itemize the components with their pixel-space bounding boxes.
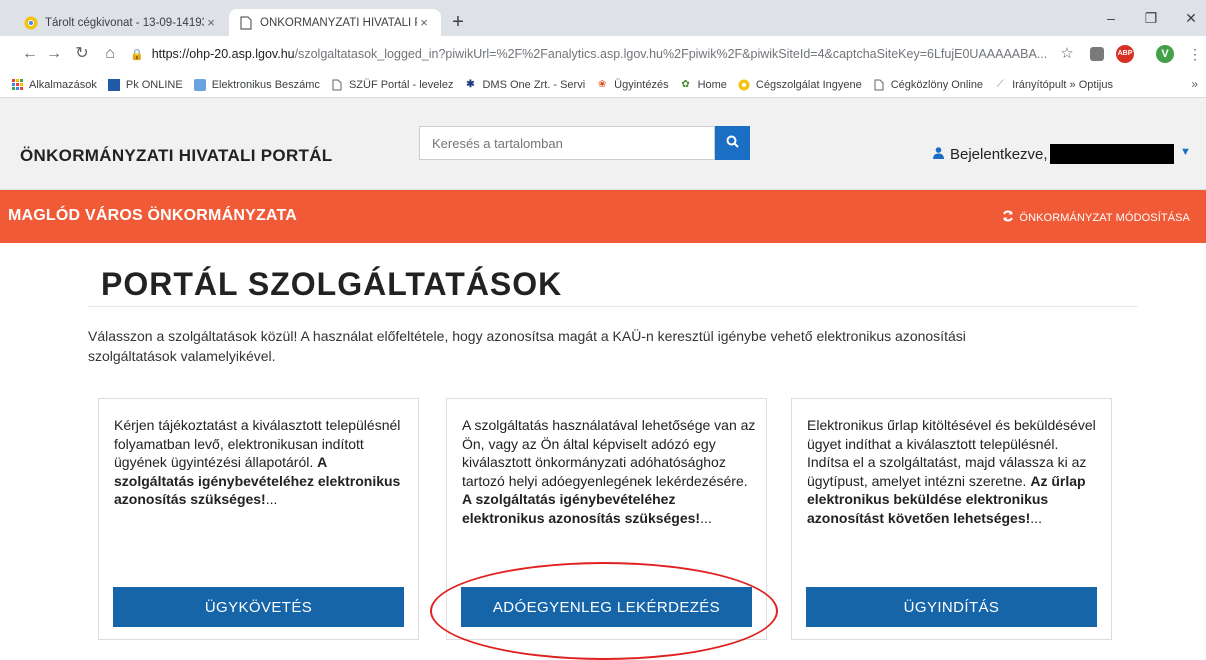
bookmark-label: Pk ONLINE bbox=[125, 78, 183, 91]
url-host: https://ohp-20.asp.lgov.hu bbox=[151, 47, 295, 61]
ugyinditas-button[interactable]: ÜGYINDÍTÁS bbox=[806, 587, 1097, 627]
service-card-ugyinditas: Elektronikus űrlap kitöltésével és bekül… bbox=[791, 398, 1112, 640]
tab-title: ÖNKORMÁNYZATI HIVATALI POR bbox=[260, 16, 417, 29]
adblock-icon[interactable]: ABP bbox=[1116, 45, 1134, 63]
ugykovetes-button[interactable]: ÜGYKÖVETÉS bbox=[113, 587, 404, 627]
modify-municipality-link[interactable]: ÖNKORMÁNYZAT MÓDOSÍTÁSA bbox=[1002, 210, 1190, 225]
red-annotation-ellipse bbox=[430, 562, 778, 660]
bookmark-item[interactable]: Alkalmazások bbox=[10, 78, 97, 92]
apps-grid-icon bbox=[10, 78, 24, 92]
lock-icon: 🔒 bbox=[130, 48, 144, 61]
bookmark-label: SZÜF Portál - levelez bbox=[348, 78, 454, 91]
star-icon[interactable]: ☆ bbox=[1058, 45, 1076, 63]
url-path: /szolgaltatasok_logged_in?piwikUrl=%2F%2… bbox=[294, 47, 1048, 61]
bookmark-item[interactable]: Pk ONLINE bbox=[107, 78, 183, 92]
bookmark-label: Cégközlöny Online bbox=[890, 78, 984, 91]
municipality-name: MAGLÓD VÁROS ÖNKORMÁNYZATA bbox=[8, 207, 298, 224]
e-icon bbox=[193, 78, 207, 92]
menu-icon[interactable]: ⋮ bbox=[1186, 45, 1204, 63]
browser-tab[interactable]: Tárolt cégkivonat - 13-09-141933 × bbox=[14, 9, 228, 36]
bookmark-label: DMS One Zrt. - Servi bbox=[482, 78, 586, 91]
address-bar[interactable]: 🔒 https://ohp-20.asp.lgov.hu/szolgaltata… bbox=[130, 42, 1050, 66]
redacted-username bbox=[1049, 144, 1174, 164]
modify-label: ÖNKORMÁNYZAT MÓDOSÍTÁSA bbox=[1019, 211, 1190, 224]
close-tab-icon[interactable]: × bbox=[204, 15, 218, 30]
search-input[interactable] bbox=[419, 126, 715, 160]
bookmark-item[interactable]: Cégközlöny Online bbox=[872, 78, 983, 92]
bookmark-label: Elektronikus Beszámc bbox=[211, 78, 320, 91]
dms-icon: ✱ bbox=[466, 79, 475, 90]
title-divider bbox=[88, 306, 1138, 307]
back-icon[interactable]: ← bbox=[20, 44, 40, 64]
site-header: ÖNKORMÁNYZATI HIVATALI PORTÁL Bejelentke… bbox=[0, 98, 1206, 190]
page-icon bbox=[239, 15, 253, 30]
card-description: Elektronikus űrlap kitöltésével és bekül… bbox=[807, 417, 1096, 526]
card-description: Kérjen tájékoztatást a kiválasztott tele… bbox=[114, 417, 401, 507]
chevron-down-icon[interactable]: ▼ bbox=[1180, 146, 1191, 158]
profile-avatar-icon[interactable]: V bbox=[1156, 45, 1174, 63]
restore-icon[interactable]: ❐ bbox=[1136, 10, 1166, 27]
bookmark-item[interactable]: ⟋ Irányítópult » Optijus bbox=[993, 78, 1113, 92]
bookmark-item[interactable]: ❀ Ügyintézés bbox=[595, 78, 669, 92]
municipality-bar: MAGLÓD VÁROS ÖNKORMÁNYZATA ÖNKORMÁNYZAT … bbox=[0, 190, 1206, 243]
browser-tab-bar: Tárolt cégkivonat - 13-09-141933 × ÖNKOR… bbox=[0, 0, 1206, 36]
service-card-ugykovetes: Kérjen tájékoztatást a kiválasztott tele… bbox=[98, 398, 419, 640]
google-chrome-icon bbox=[737, 78, 751, 92]
bookmarks-bar: Alkalmazások Pk ONLINE Elektronikus Besz… bbox=[0, 72, 1206, 98]
portal-title[interactable]: ÖNKORMÁNYZATI HIVATALI PORTÁL bbox=[20, 146, 332, 166]
google-chrome-icon bbox=[24, 16, 38, 30]
bookmarks-more-icon[interactable]: » bbox=[1191, 77, 1198, 91]
home-icon[interactable]: ⌂ bbox=[100, 44, 120, 64]
bookmark-item[interactable]: SZÜF Portál - levelez bbox=[330, 78, 454, 92]
minimize-icon[interactable]: – bbox=[1096, 10, 1126, 26]
reload-icon[interactable]: ↻ bbox=[72, 44, 92, 64]
close-window-icon[interactable]: ✕ bbox=[1176, 10, 1206, 27]
search-icon bbox=[726, 135, 739, 151]
page-icon bbox=[330, 78, 344, 92]
ugyintezes-icon: ❀ bbox=[597, 79, 607, 90]
optijus-icon: ⟋ bbox=[996, 79, 1004, 90]
bookmark-item[interactable]: Cégszolgálat Ingyene bbox=[737, 78, 862, 92]
browser-tab-active[interactable]: ÖNKORMÁNYZATI HIVATALI POR × bbox=[229, 9, 441, 36]
tab-title: Tárolt cégkivonat - 13-09-141933 bbox=[45, 16, 204, 29]
bookmark-item[interactable]: ✿ Home bbox=[679, 78, 727, 92]
new-tab-button[interactable]: + bbox=[446, 11, 470, 35]
bookmark-label: Home bbox=[697, 78, 727, 91]
intro-text: Válasszon a szolgáltatások közül! A hasz… bbox=[88, 328, 966, 364]
extension-icon[interactable] bbox=[1090, 47, 1104, 61]
page-icon bbox=[872, 78, 886, 92]
bookmark-label: Ügyintézés bbox=[614, 78, 669, 91]
browser-toolbar: ← → ↻ ⌂ 🔒 https://ohp-20.asp.lgov.hu/szo… bbox=[0, 36, 1206, 72]
bookmark-label: Cégszolgálat Ingyene bbox=[755, 78, 862, 91]
refresh-icon bbox=[1002, 210, 1014, 225]
page-title: PORTÁL SZOLGÁLTATÁSOK bbox=[101, 266, 563, 302]
search-button[interactable] bbox=[715, 126, 750, 160]
bookmark-label: Alkalmazások bbox=[29, 78, 97, 91]
bookmark-item[interactable]: Elektronikus Beszámc bbox=[193, 78, 320, 92]
card-note: A szolgáltatás igénybevételéhez elektron… bbox=[462, 491, 701, 526]
pk-icon bbox=[107, 78, 121, 92]
user-icon bbox=[933, 146, 944, 162]
login-label: Bejelentkezve, bbox=[950, 145, 1048, 163]
home-bird-icon: ✿ bbox=[681, 79, 690, 90]
card-description: A szolgáltatás használatával lehetősége … bbox=[462, 417, 756, 526]
forward-icon[interactable]: → bbox=[44, 44, 64, 64]
close-tab-icon[interactable]: × bbox=[417, 15, 431, 30]
bookmark-item[interactable]: ✱ DMS One Zrt. - Servi bbox=[463, 78, 585, 92]
login-status[interactable]: Bejelentkezve, bbox=[933, 144, 1174, 164]
bookmark-label: Irányítópult » Optijus bbox=[1012, 78, 1113, 91]
